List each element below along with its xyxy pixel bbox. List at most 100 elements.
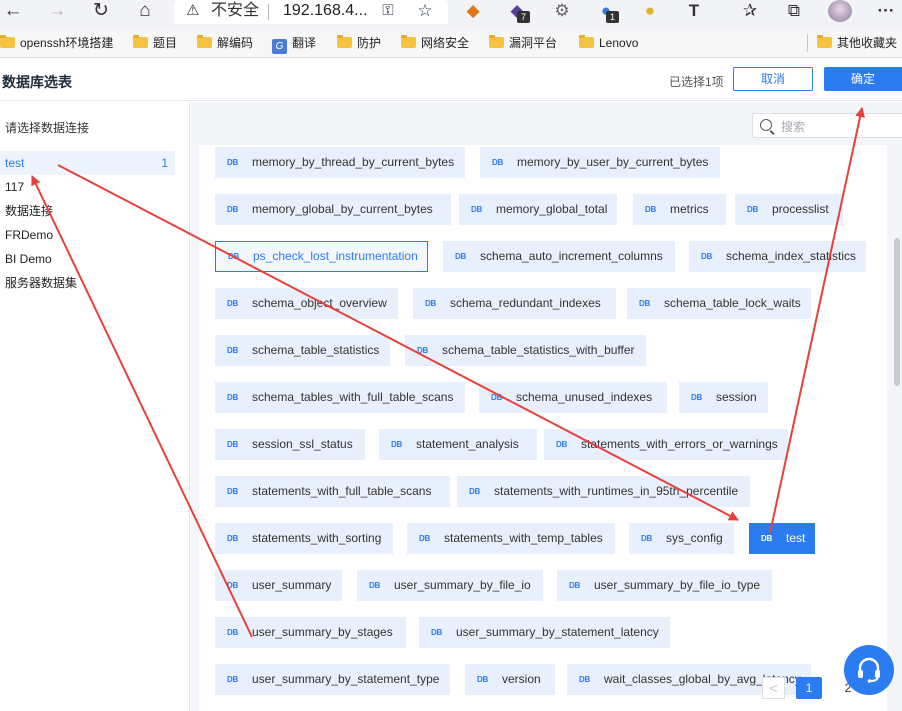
- table-list: DB memory_by_thread_by_current_bytes DB mem…: [199, 145, 887, 711]
- table-chip[interactable]: DB memory_by_thread_by_current_bytes: [215, 147, 465, 178]
- db-icon: DB: [469, 487, 480, 496]
- table-chip[interactable]: DB schema_table_statistics_with_buffer: [405, 335, 646, 366]
- search-input[interactable]: 搜索: [752, 113, 902, 138]
- table-name: processlist: [772, 202, 829, 216]
- forward-arrow-icon[interactable]: →: [44, 0, 70, 22]
- back-arrow-icon[interactable]: ←: [0, 0, 26, 22]
- table-chip[interactable]: DB schema_redundant_indexes: [413, 288, 616, 319]
- table-name: memory_global_total: [496, 202, 608, 216]
- table-chip[interactable]: DB schema_auto_increment_columns: [443, 241, 675, 272]
- table-chip[interactable]: DB user_summary_by_statement_type: [215, 664, 450, 695]
- pagination-prev-button[interactable]: <: [762, 677, 785, 699]
- connection-item-data-connection[interactable]: 数据连接: [0, 199, 175, 223]
- bookmark-questions[interactable]: 题目: [133, 34, 177, 52]
- table-name: memory_global_by_current_bytes: [252, 202, 433, 216]
- connection-item-117[interactable]: 117: [0, 175, 175, 199]
- table-chip[interactable]: DB schema_table_lock_waits: [627, 288, 811, 319]
- table-chip[interactable]: DB statements_with_temp_tables: [407, 523, 615, 554]
- warning-icon[interactable]: ⚠: [186, 0, 199, 22]
- browser-menu-icon[interactable]: ···: [875, 0, 897, 22]
- table-chip[interactable]: DB schema_table_statistics: [215, 335, 390, 366]
- table-name: user_summary_by_stages: [252, 625, 393, 639]
- table-chip[interactable]: DB user_summary_by_file_io_type: [557, 570, 772, 601]
- db-icon: DB: [227, 534, 238, 543]
- table-name: metrics: [670, 202, 709, 216]
- table-chip[interactable]: DB user_summary_by_statement_latency: [419, 617, 670, 648]
- table-chip[interactable]: DB schema_index_statistics: [689, 241, 866, 272]
- profile-avatar[interactable]: [828, 0, 852, 22]
- collections-icon[interactable]: ⧉: [783, 0, 805, 22]
- table-name: user_summary: [252, 578, 332, 592]
- bookmark-netsec[interactable]: 网络安全: [401, 34, 469, 52]
- favorite-star-icon[interactable]: ☆: [414, 0, 436, 22]
- bookmark-openssh[interactable]: openssh环境搭建: [0, 34, 113, 52]
- connection-item-bi-demo[interactable]: BI Demo: [0, 247, 175, 271]
- table-chip[interactable]: DB user_summary: [215, 570, 342, 601]
- table-chip[interactable]: DB statements_with_full_table_scans: [215, 476, 450, 507]
- table-chip[interactable]: DB processlist: [735, 194, 843, 225]
- favorites-list-icon[interactable]: ✰: [739, 0, 761, 22]
- headset-icon: [858, 657, 880, 683]
- security-warning-label[interactable]: 不安全: [211, 0, 259, 22]
- translate-icon: G: [272, 39, 287, 54]
- bookmark-protection[interactable]: 防护: [337, 34, 381, 52]
- table-chip[interactable]: DB schema_unused_indexes: [479, 382, 667, 413]
- db-icon: DB: [227, 299, 238, 308]
- table-chip[interactable]: DB statements_with_runtimes_in_95th_perce…: [457, 476, 750, 507]
- table-chip[interactable]: DB version: [465, 664, 555, 695]
- table-chip[interactable]: DB schema_object_overview: [215, 288, 398, 319]
- globe-lock-icon[interactable]: ●: [639, 0, 661, 22]
- connection-item-test[interactable]: test 1: [0, 151, 175, 175]
- home-icon[interactable]: ⌂: [132, 0, 158, 22]
- bookmark-other-favorites[interactable]: 其他收藏夹: [817, 34, 897, 52]
- table-chip[interactable]: DB session_ssl_status: [215, 429, 365, 460]
- pagination-page-current[interactable]: 1: [796, 677, 822, 699]
- connection-item-server-dataset[interactable]: 服务器数据集: [0, 271, 175, 295]
- table-chip[interactable]: DB session: [679, 382, 768, 413]
- bookmark-translate[interactable]: G 翻译: [272, 34, 316, 54]
- table-chip[interactable]: DB sys_config: [629, 523, 734, 554]
- db-icon: DB: [431, 628, 442, 637]
- url-text[interactable]: 192.168.4...: [283, 0, 368, 22]
- key-icon[interactable]: ⚿: [377, 0, 399, 22]
- support-button[interactable]: [844, 645, 894, 695]
- bookmark-vuln-platform[interactable]: 漏洞平台: [489, 34, 557, 52]
- table-chip[interactable]: DB statements_with_sorting: [215, 523, 393, 554]
- text-extension-icon[interactable]: T: [683, 0, 705, 22]
- table-chip[interactable]: DB memory_global_by_current_bytes: [215, 194, 451, 225]
- table-chip[interactable]: DB statement_analysis: [379, 429, 537, 460]
- table-chip[interactable]: DB memory_by_user_by_current_bytes: [480, 147, 720, 178]
- table-name: schema_auto_increment_columns: [480, 249, 663, 263]
- connection-item-frdemo[interactable]: FRDemo: [0, 223, 175, 247]
- table-name: statement_analysis: [416, 437, 519, 451]
- table-name: sys_config: [666, 531, 723, 545]
- scrollbar-thumb[interactable]: [894, 238, 900, 386]
- table-chip[interactable]: DB ps_check_lost_instrumentation: [215, 241, 428, 272]
- folder-icon: [0, 35, 15, 48]
- db-icon: DB: [477, 675, 488, 684]
- bookmark-lenovo[interactable]: Lenovo: [579, 34, 638, 52]
- table-chip-selected[interactable]: DB test: [749, 523, 815, 554]
- table-name: schema_index_statistics: [726, 249, 857, 263]
- table-chip[interactable]: DB memory_global_total: [459, 194, 617, 225]
- table-name: user_summary_by_statement_type: [252, 672, 440, 686]
- db-icon: DB: [645, 205, 656, 214]
- table-chip[interactable]: DB statements_with_errors_or_warnings: [544, 429, 788, 460]
- confirm-button[interactable]: 确定: [824, 67, 902, 91]
- bookmark-codec[interactable]: 解编码: [197, 34, 253, 52]
- table-name: session: [716, 390, 757, 404]
- cancel-button[interactable]: 取消: [733, 67, 813, 91]
- search-icon: [760, 119, 772, 131]
- table-chip[interactable]: DB schema_tables_with_full_table_scans: [215, 382, 465, 413]
- table-chip[interactable]: DB user_summary_by_file_io: [357, 570, 543, 601]
- gear-extension-icon[interactable]: ⚙: [551, 0, 573, 22]
- refresh-icon[interactable]: ↻: [88, 0, 114, 22]
- folder-icon: [337, 35, 352, 48]
- table-chip[interactable]: DB user_summary_by_stages: [215, 617, 406, 648]
- table-chip[interactable]: DB metrics: [633, 194, 726, 225]
- table-name: statements_with_runtimes_in_95th_percent…: [494, 484, 739, 498]
- table-name: statements_with_sorting: [252, 531, 382, 545]
- db-icon: DB: [491, 393, 502, 402]
- fox-extension-icon[interactable]: ◆: [462, 0, 484, 22]
- extension-badge-2: 1: [606, 11, 619, 23]
